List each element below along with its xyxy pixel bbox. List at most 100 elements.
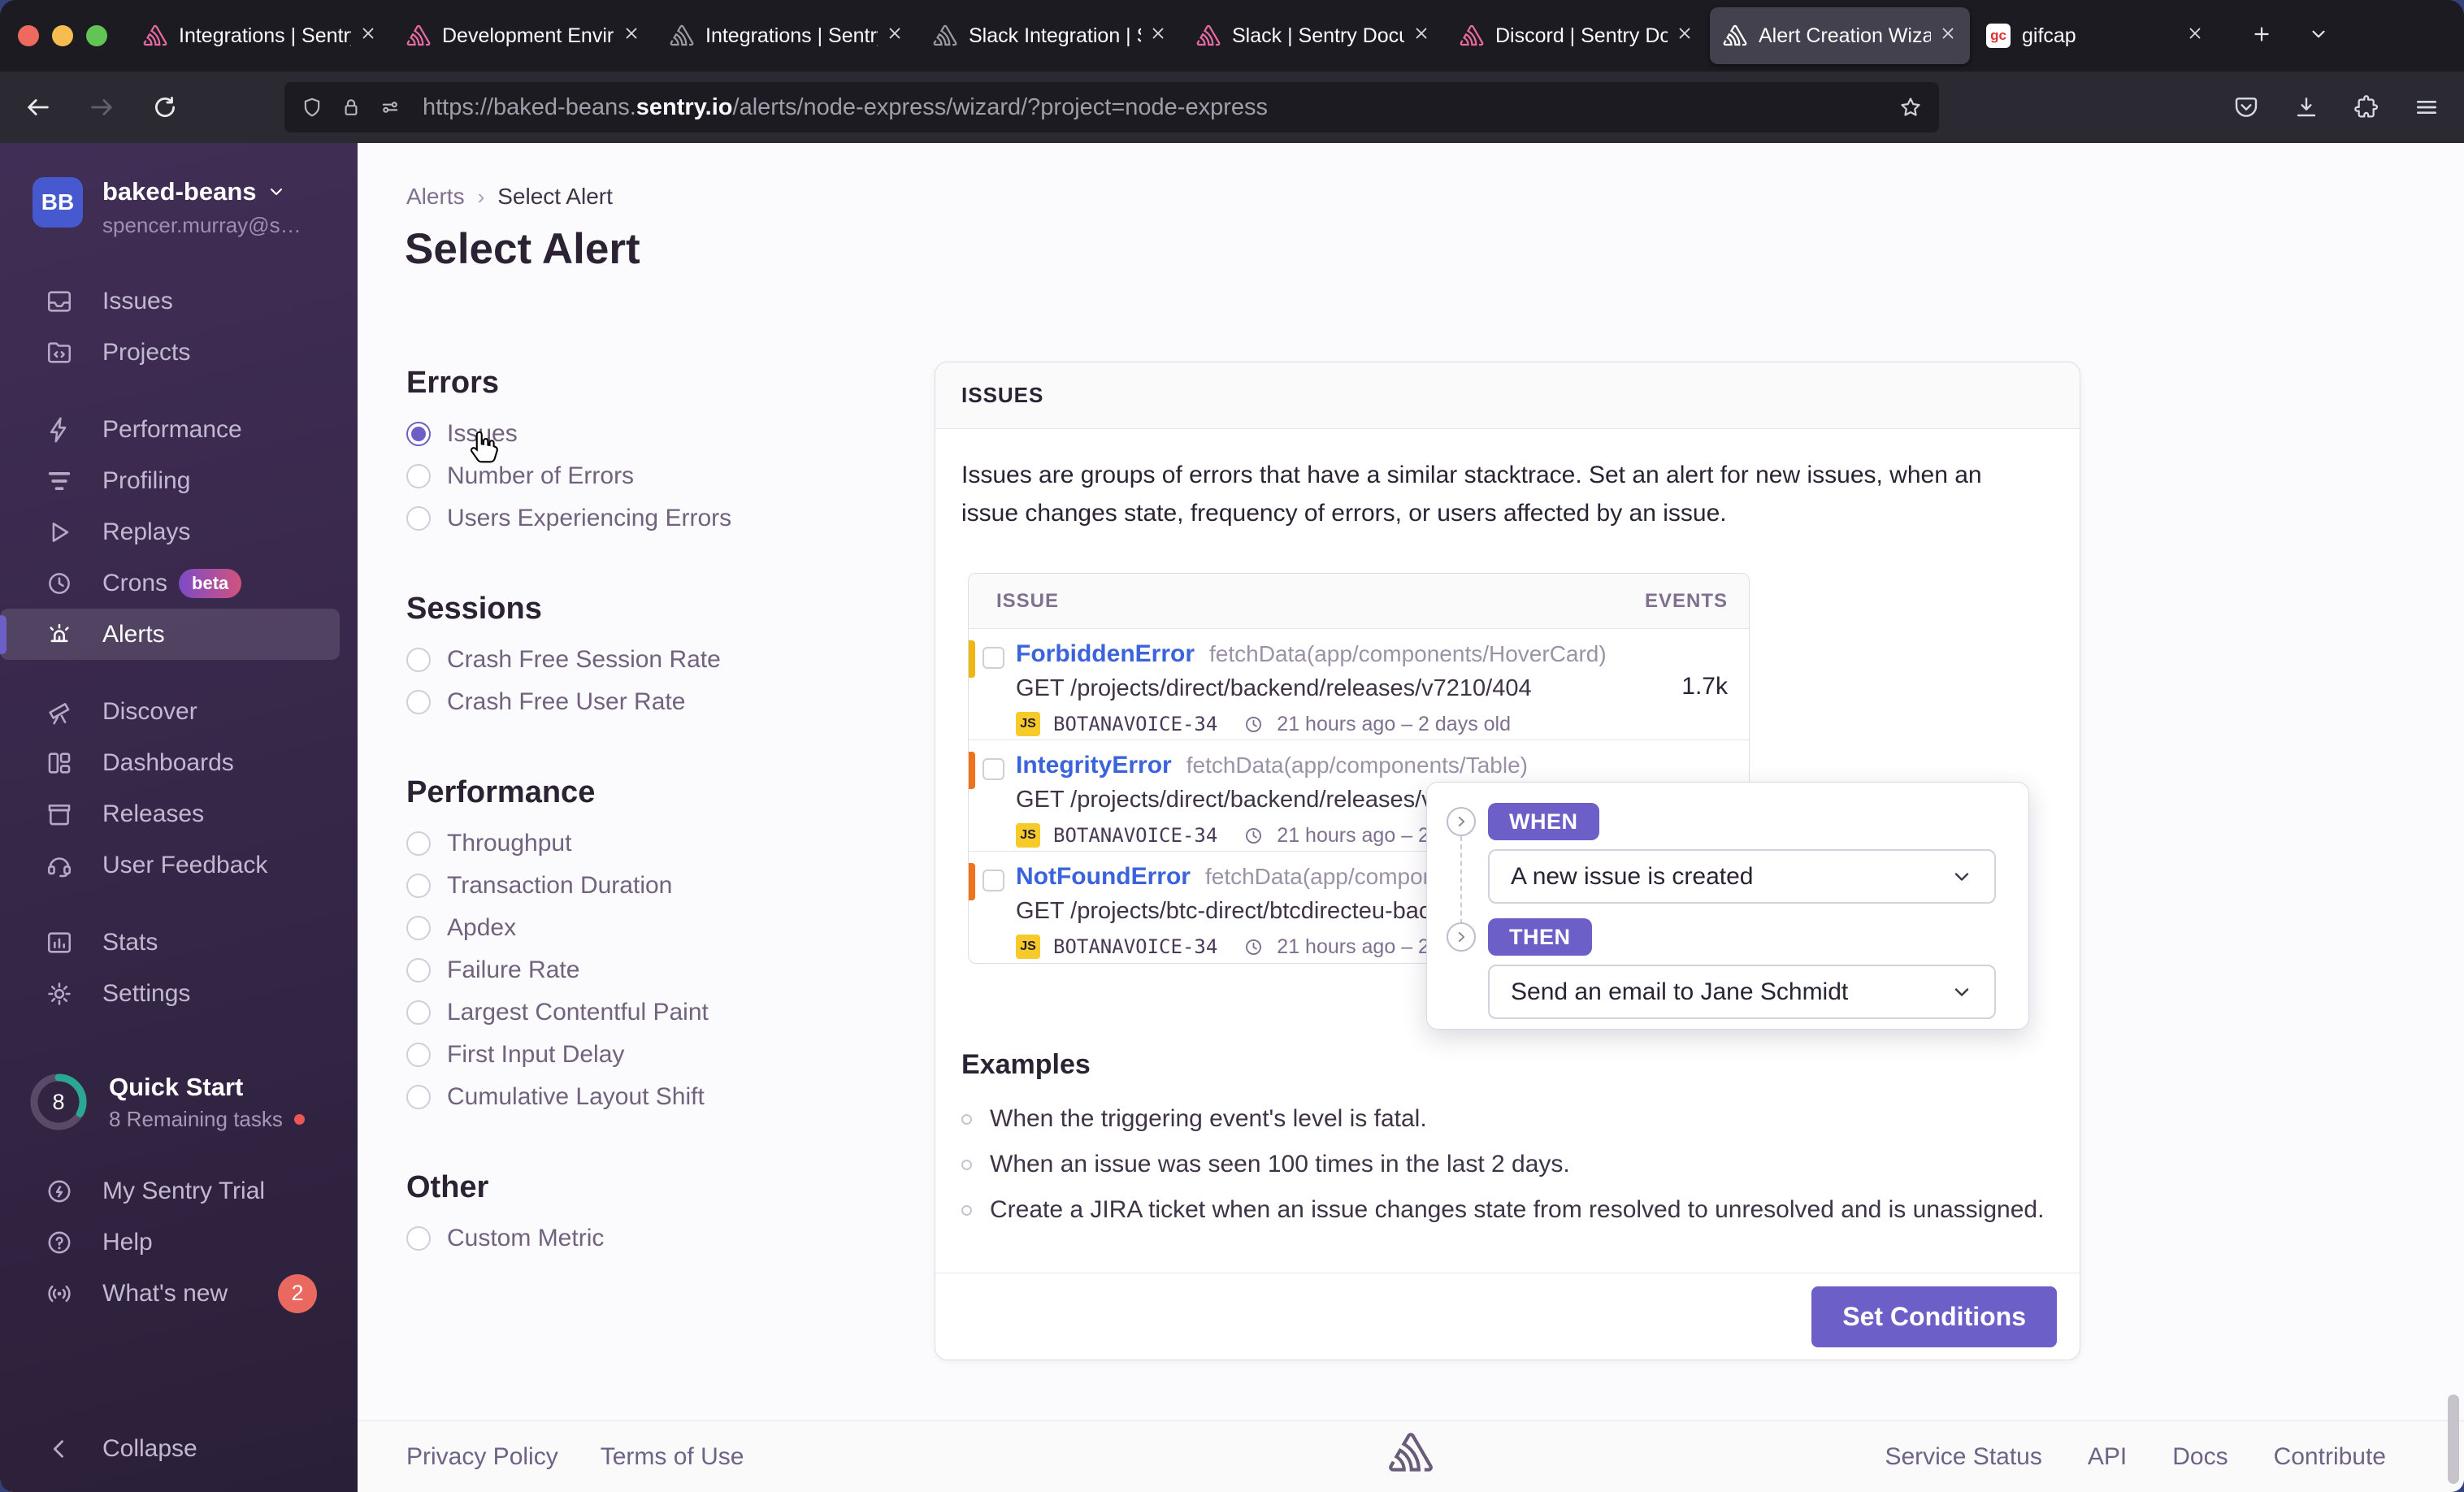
org-switcher[interactable]: BB baked-beans spencer.murray@s… xyxy=(0,143,358,238)
scrollbar[interactable] xyxy=(2446,143,2461,1492)
then-action-select[interactable]: Send an email to Jane Schmidt xyxy=(1488,965,1996,1019)
issue-link[interactable]: IntegrityError xyxy=(1016,752,1172,779)
radio-option-custom-metric[interactable]: Custom Metric xyxy=(406,1217,943,1260)
back-button[interactable] xyxy=(24,93,52,121)
tab-integrations-1[interactable]: Integrations | Sentry xyxy=(130,7,390,64)
sidebar-item-crons[interactable]: Crons beta xyxy=(0,557,340,609)
scrollbar-thumb[interactable] xyxy=(2448,1394,2459,1484)
close-tab-icon[interactable] xyxy=(2186,24,2204,48)
sidebar-item-profiling[interactable]: Profiling xyxy=(0,455,340,506)
close-tab-icon[interactable] xyxy=(359,24,377,48)
tab-development-environment[interactable]: Development Enviro xyxy=(393,7,653,64)
radio-selected[interactable] xyxy=(406,422,431,446)
sidebar-item-projects[interactable]: Projects xyxy=(0,327,340,378)
zoom-window-button[interactable] xyxy=(86,25,107,46)
radio-option-largest-contentful-paint[interactable]: Largest Contentful Paint xyxy=(406,991,943,1034)
radio[interactable] xyxy=(406,916,431,940)
sidebar-item-help[interactable]: Help xyxy=(0,1217,340,1268)
close-tab-icon[interactable] xyxy=(623,24,640,48)
close-tab-icon[interactable] xyxy=(1149,24,1167,48)
close-tab-icon[interactable] xyxy=(1412,24,1430,48)
radio-option-first-input-delay[interactable]: First Input Delay xyxy=(406,1034,943,1076)
pocket-icon[interactable] xyxy=(2233,94,2259,120)
downloads-icon[interactable] xyxy=(2293,94,2319,120)
sidebar-item-replays[interactable]: Replays xyxy=(0,506,340,557)
api-link[interactable]: API xyxy=(2088,1443,2127,1471)
radio[interactable] xyxy=(406,690,431,714)
tab-slack-integration[interactable]: Slack Integration | S xyxy=(920,7,1180,64)
close-window-button[interactable] xyxy=(18,25,39,46)
radio-option-crash-free-session-rate[interactable]: Crash Free Session Rate xyxy=(406,639,943,681)
sidebar-item-user-feedback[interactable]: User Feedback xyxy=(0,839,340,891)
issue-link[interactable]: ForbiddenError xyxy=(1016,640,1195,668)
contribute-link[interactable]: Contribute xyxy=(2274,1443,2386,1471)
row-checkbox[interactable] xyxy=(983,870,1004,891)
radio-option-failure-rate[interactable]: Failure Rate xyxy=(406,949,943,991)
radio[interactable] xyxy=(406,831,431,856)
radio-option-cumulative-layout-shift[interactable]: Cumulative Layout Shift xyxy=(406,1076,943,1118)
reload-button[interactable] xyxy=(151,93,179,121)
siren-icon xyxy=(46,621,73,648)
sidebar-item-performance[interactable]: Performance xyxy=(0,404,340,455)
row-checkbox[interactable] xyxy=(983,758,1004,780)
radio[interactable] xyxy=(406,1085,431,1109)
tab-gifcap[interactable]: gc gifcap xyxy=(1973,7,2217,64)
close-tab-icon[interactable] xyxy=(1676,24,1694,48)
tab-slack-docs[interactable]: Slack | Sentry Docu xyxy=(1183,7,1443,64)
sidebar-item-discover[interactable]: Discover xyxy=(0,686,340,737)
radio[interactable] xyxy=(406,648,431,672)
new-tab-button[interactable] xyxy=(2251,24,2272,49)
url-bar[interactable]: https://baked-beans.sentry.io/alerts/nod… xyxy=(284,82,1939,132)
menu-hamburger-icon[interactable] xyxy=(2414,94,2440,120)
radio[interactable] xyxy=(406,958,431,982)
radio-option-transaction-duration[interactable]: Transaction Duration xyxy=(406,865,943,907)
tab-discord-docs[interactable]: Discord | Sentry Do xyxy=(1447,7,1707,64)
service-status-link[interactable]: Service Status xyxy=(1885,1443,2041,1471)
sidebar-nav: Issues Projects Performance Profiling Re… xyxy=(0,275,358,1019)
tab-integrations-2[interactable]: Integrations | Sentry xyxy=(657,7,917,64)
close-tab-icon[interactable] xyxy=(1939,24,1957,48)
radio-option-throughput[interactable]: Throughput xyxy=(406,822,943,865)
radio[interactable] xyxy=(406,874,431,898)
privacy-policy-link[interactable]: Privacy Policy xyxy=(406,1443,558,1471)
radio-option-users-experiencing-errors[interactable]: Users Experiencing Errors xyxy=(406,497,943,540)
row-checkbox[interactable] xyxy=(983,647,1004,669)
list-tabs-button[interactable] xyxy=(2308,24,2329,49)
issue-link[interactable]: NotFoundError xyxy=(1016,863,1191,891)
radio-option-crash-free-user-rate[interactable]: Crash Free User Rate xyxy=(406,681,943,723)
radio[interactable] xyxy=(406,464,431,488)
table-header: ISSUE EVENTS xyxy=(969,574,1749,629)
extensions-puzzle-icon[interactable] xyxy=(2353,94,2379,120)
sidebar-item-stats[interactable]: Stats xyxy=(0,917,340,968)
table-row[interactable]: ForbiddenError fetchData(app/components/H… xyxy=(969,629,1749,740)
breadcrumb-alerts-link[interactable]: Alerts xyxy=(406,184,465,210)
bookmark-star-icon[interactable] xyxy=(1898,95,1923,119)
radio-option-apdex[interactable]: Apdex xyxy=(406,907,943,949)
quick-start-widget[interactable]: 8 Quick Start 8 Remaining tasks xyxy=(28,1071,358,1133)
radio[interactable] xyxy=(406,1043,431,1067)
sidebar-item-issues[interactable]: Issues xyxy=(0,275,340,327)
terms-of-use-link[interactable]: Terms of Use xyxy=(601,1443,744,1471)
sidebar-item-alerts[interactable]: Alerts xyxy=(0,609,340,660)
close-tab-icon[interactable] xyxy=(886,24,904,48)
sidebar-item-settings[interactable]: Settings xyxy=(0,968,340,1019)
lock-icon[interactable] xyxy=(340,96,362,119)
radio[interactable] xyxy=(406,1226,431,1251)
sidebar-item-whats-new[interactable]: What's new 2 xyxy=(0,1268,340,1319)
minimize-window-button[interactable] xyxy=(52,25,73,46)
sidebar-item-my-sentry-trial[interactable]: My Sentry Trial xyxy=(0,1165,340,1217)
set-conditions-button[interactable]: Set Conditions xyxy=(1811,1286,2057,1347)
sidebar-item-releases[interactable]: Releases xyxy=(0,788,340,839)
when-condition-select[interactable]: A new issue is created xyxy=(1488,849,1996,904)
forward-button[interactable] xyxy=(88,93,115,121)
sidebar-item-dashboards[interactable]: Dashboards xyxy=(0,737,340,788)
docs-link[interactable]: Docs xyxy=(2172,1443,2228,1471)
tracking-protection-shield-icon[interactable] xyxy=(301,96,323,119)
site-permissions-icon[interactable] xyxy=(379,96,401,119)
radio[interactable] xyxy=(406,1000,431,1025)
collapse-button[interactable]: Collapse xyxy=(0,1423,340,1474)
whats-new-badge: 2 xyxy=(278,1273,317,1313)
connector-dashed-line xyxy=(1460,836,1462,932)
tab-alert-creation-wizard[interactable]: Alert Creation Wizar xyxy=(1710,7,1970,64)
radio[interactable] xyxy=(406,506,431,531)
